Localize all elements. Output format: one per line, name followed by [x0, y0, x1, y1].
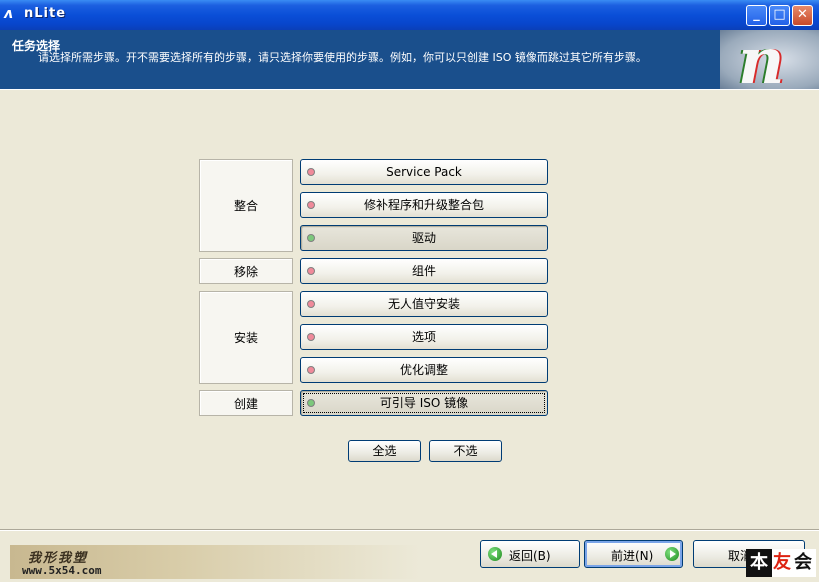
task-hotfixes-button[interactable]: 修补程序和升级整合包 — [300, 192, 548, 218]
next-button[interactable]: 前进(N) — [584, 540, 683, 568]
group-remove: 移除 — [199, 258, 293, 284]
task-options-button[interactable]: 选项 — [300, 324, 548, 350]
title-bar[interactable]: ʌ nLite _ □ ✕ — [0, 0, 819, 30]
status-off-icon — [307, 300, 315, 308]
task-tweaks-button[interactable]: 优化调整 — [300, 357, 548, 383]
minimize-button[interactable]: _ — [746, 5, 767, 26]
select-none-label: 不选 — [453, 444, 478, 458]
close-icon: ✕ — [797, 7, 808, 22]
task-label: 优化调整 — [399, 363, 448, 377]
next-label: 前进(N) — [611, 549, 654, 563]
window-title: nLite — [24, 6, 67, 21]
task-label: 驱动 — [411, 231, 436, 245]
group-create: 创建 — [199, 390, 293, 416]
task-drivers-button[interactable]: 驱动 — [300, 225, 548, 251]
task-unattended-button[interactable]: 无人值守安装 — [300, 291, 548, 317]
select-all-button[interactable]: 全选 — [348, 440, 421, 462]
page-description: 请选择所需步骤。开不需要选择所有的步骤，请只选择你要使用的步骤。例如，你可以只创… — [38, 51, 647, 64]
status-off-icon — [307, 267, 315, 275]
badge-char-2: 友 — [773, 552, 791, 573]
task-service-pack-button[interactable]: Service Pack — [300, 159, 548, 185]
status-off-icon — [307, 201, 315, 209]
task-label: Service Pack — [386, 165, 462, 179]
task-components-button[interactable]: 组件 — [300, 258, 548, 284]
group-label-setup: 安装 — [233, 331, 258, 345]
group-setup: 安装 — [199, 291, 293, 384]
group-label-remove: 移除 — [233, 264, 258, 279]
group-label-create: 创建 — [233, 396, 258, 411]
status-off-icon — [307, 366, 315, 374]
task-label: 组件 — [411, 264, 436, 278]
site-logo-badge: 本 友 会 — [746, 549, 816, 577]
task-label: 修补程序和升级整合包 — [363, 198, 484, 212]
minimize-icon: _ — [753, 7, 760, 22]
nlite-window: ʌ nLite _ □ ✕ 任务选择 请选择所需步骤。开不需要选择所有的步骤，请… — [0, 0, 819, 582]
status-off-icon — [307, 333, 315, 341]
watermark-url: www.5x54.com — [22, 564, 102, 577]
group-integrate: 整合 — [199, 159, 293, 252]
watermark-banner: 我形我塑 www.5x54.com — [10, 545, 420, 579]
nlite-logo: n — [720, 30, 819, 89]
select-none-button[interactable]: 不选 — [429, 440, 502, 462]
select-all-label: 全选 — [372, 444, 397, 458]
group-label-integrate: 整合 — [233, 199, 258, 213]
nlite-app-icon: ʌ — [4, 6, 14, 22]
nlite-logo-icon: n — [738, 30, 785, 89]
badge-char-1: 本 — [746, 549, 772, 577]
arrow-right-icon — [665, 547, 679, 561]
status-off-icon — [307, 168, 315, 176]
task-label: 可引导 ISO 镜像 — [379, 396, 469, 410]
arrow-left-icon — [488, 547, 502, 561]
maximize-button[interactable]: □ — [769, 5, 790, 26]
maximize-icon: □ — [773, 7, 786, 22]
task-label: 无人值守安装 — [387, 297, 460, 311]
wizard-header: 任务选择 请选择所需步骤。开不需要选择所有的步骤，请只选择你要使用的步骤。例如，… — [0, 30, 819, 90]
status-on-icon — [307, 234, 315, 242]
badge-char-3: 会 — [794, 552, 812, 573]
status-on-icon — [307, 399, 315, 407]
back-label: 返回(B) — [509, 549, 551, 563]
close-button[interactable]: ✕ — [792, 5, 813, 26]
back-button[interactable]: 返回(B) — [480, 540, 580, 568]
task-bootable-iso-button[interactable]: 可引导 ISO 镜像 — [300, 390, 548, 416]
task-label: 选项 — [411, 330, 436, 344]
